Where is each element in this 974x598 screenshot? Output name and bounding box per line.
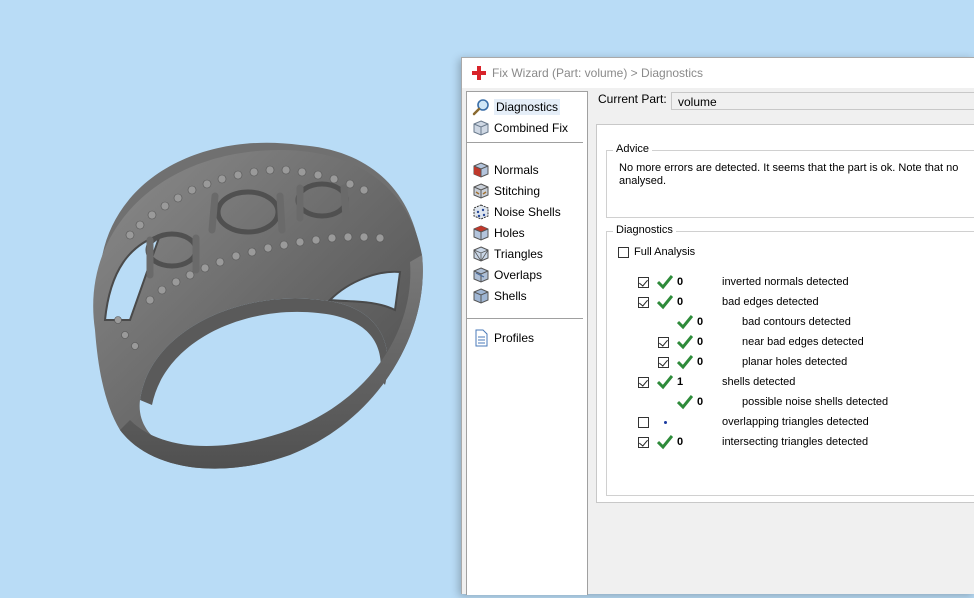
triangles-cube-icon: [473, 245, 489, 262]
row-count: 0: [677, 436, 684, 448]
window-title: Fix Wizard (Part: volume) > Diagnostics: [492, 66, 704, 80]
row-checkbox[interactable]: [638, 297, 649, 308]
row-count: 1: [677, 376, 684, 388]
row-count: 0: [697, 316, 704, 328]
check-icon: [657, 375, 673, 390]
row-label: shells detected: [722, 376, 796, 388]
nav-item-label: Overlaps: [494, 267, 543, 282]
nav-item-stitching[interactable]: Stitching: [472, 181, 540, 200]
nav-item-label: Noise Shells: [494, 204, 561, 219]
row-label: possible noise shells detected: [742, 396, 889, 408]
advice-title: Advice: [613, 143, 653, 155]
row-checkbox[interactable]: [638, 437, 649, 448]
check-icon: [677, 315, 693, 330]
wizard-nav-panel: Diagnostics Combined Fix Normals Stitchi…: [466, 91, 588, 595]
cube-icon: [473, 119, 489, 136]
nav-divider: [467, 318, 583, 319]
row-checkbox[interactable]: [658, 337, 669, 348]
nav-item-label: Triangles: [494, 246, 543, 261]
shells-cube-icon: [473, 287, 489, 304]
full-analysis-checkbox[interactable]: [618, 247, 629, 258]
nav-item-normals[interactable]: Normals: [472, 160, 539, 179]
row-checkbox[interactable]: [638, 277, 649, 288]
magnifier-icon: [472, 98, 489, 115]
nav-item-label: Stitching: [494, 183, 541, 198]
row-label: inverted normals detected: [722, 276, 849, 288]
nav-item-profiles[interactable]: Profiles: [472, 328, 534, 347]
nav-item-label: Diagnostics: [494, 98, 561, 115]
check-icon: [677, 395, 693, 410]
wizard-body: Diagnostics Combined Fix Normals Stitchi…: [462, 88, 974, 595]
row-count: 0: [677, 296, 684, 308]
row-label: bad contours detected: [742, 316, 851, 328]
noise-shells-icon: [473, 203, 489, 220]
nav-item-overlaps[interactable]: Overlaps: [472, 265, 542, 284]
advice-group: Advice No more errors are detected. It s…: [606, 143, 974, 218]
not-analysed-dot-icon: [664, 421, 667, 424]
advice-text: No more errors are detected. It seems th…: [619, 162, 959, 187]
nav-item-triangles[interactable]: Triangles: [472, 244, 543, 263]
nav-item-diagnostics[interactable]: Diagnostics: [472, 97, 561, 116]
row-count: 0: [697, 336, 704, 348]
red-cross-icon: [472, 66, 486, 80]
diagnostics-panel: Advice No more errors are detected. It s…: [596, 124, 974, 503]
row-count: 0: [677, 276, 684, 288]
normals-cube-icon: [473, 161, 489, 178]
title-bar[interactable]: Fix Wizard (Part: volume) > Diagnostics: [462, 58, 974, 88]
nav-item-noise-shells[interactable]: Noise Shells: [472, 202, 561, 221]
row-checkbox[interactable]: [638, 417, 649, 428]
current-part-label: Current Part:: [598, 92, 667, 106]
row-label: near bad edges detected: [742, 336, 864, 348]
nav-item-label: Shells: [494, 288, 527, 303]
row-label: bad edges detected: [722, 296, 819, 308]
full-analysis-label: Full Analysis: [634, 246, 696, 258]
diagnostics-title: Diagnostics: [613, 224, 676, 236]
diagnostics-group: Diagnostics Full Analysis 0 inverted nor…: [606, 224, 974, 496]
nav-item-label: Combined Fix: [494, 120, 569, 135]
row-label: planar holes detected: [742, 356, 848, 368]
nav-item-label: Holes: [494, 225, 525, 240]
check-icon: [677, 335, 693, 350]
nav-item-combined-fix[interactable]: Combined Fix: [472, 118, 568, 137]
nav-item-label: Profiles: [494, 330, 535, 345]
check-icon: [657, 275, 673, 290]
nav-item-shells[interactable]: Shells: [472, 286, 527, 305]
nav-divider: [467, 142, 583, 143]
row-count: 0: [697, 356, 704, 368]
fix-wizard-window: Fix Wizard (Part: volume) > Diagnostics …: [461, 57, 974, 595]
stitching-cube-icon: [473, 182, 489, 199]
nav-item-holes[interactable]: Holes: [472, 223, 525, 242]
row-checkbox[interactable]: [658, 357, 669, 368]
holes-cube-icon: [473, 224, 489, 241]
row-count: 0: [697, 396, 704, 408]
check-icon: [677, 355, 693, 370]
row-label: intersecting triangles detected: [722, 436, 869, 448]
check-icon: [657, 435, 673, 450]
overlaps-cube-icon: [473, 266, 489, 283]
row-label: overlapping triangles detected: [722, 416, 869, 428]
row-checkbox[interactable]: [638, 377, 649, 388]
nav-item-label: Normals: [494, 162, 539, 177]
document-icon: [475, 329, 488, 346]
check-icon: [657, 295, 673, 310]
current-part-field[interactable]: volume: [671, 92, 974, 110]
